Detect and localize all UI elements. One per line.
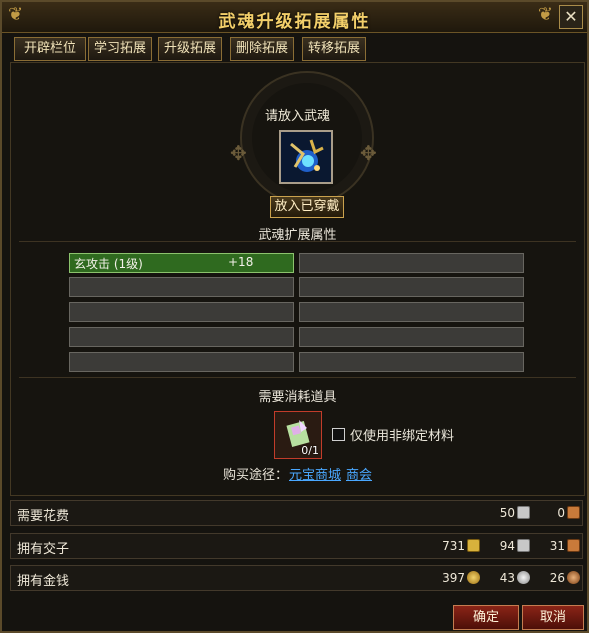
ornament-icon: ❦ [537,4,553,25]
owned-money-label: 拥有金钱 [17,574,70,589]
cost-row: 需要花费 50 0 [10,500,583,526]
divider [19,241,576,242]
confirm-button[interactable]: 确定 [453,605,519,630]
unbound-only-checkbox[interactable] [332,428,345,441]
silver-ingot-icon [517,539,530,552]
attribute-value: +18 [228,255,254,269]
soul-prompt: 请放入武魂 [264,109,330,124]
attribute-cell-empty[interactable] [69,352,294,372]
dialog-title: 武魂升级拓展属性 [218,12,371,32]
attribute-cell-empty[interactable] [299,253,524,273]
buy-route-label: 购买途径： [223,468,289,483]
attribute-cell-empty[interactable] [299,352,524,372]
copper-ingot-icon [567,506,580,519]
cost-copper-value: 0 [557,506,565,520]
tab-learn-extension[interactable]: 学习拓展 [88,37,152,61]
soul-slot[interactable] [279,130,333,184]
title-bar[interactable]: ❦ 武魂升级拓展属性 ❦ ✕ [2,2,587,33]
silver-ingot-icon [517,506,530,519]
divider [19,377,576,378]
owned-jiaozi-row: 拥有交子 731 94 31 [10,533,583,559]
owned-jiaozi-label: 拥有交子 [17,542,70,557]
soul-gem-icon [290,139,324,172]
jiaozi-silver-value: 94 [499,539,515,553]
wing-left-icon: ✥ [230,141,247,165]
close-button[interactable]: ✕ [559,5,583,29]
jiaozi-copper-value: 31 [549,539,565,553]
upgrade-dialog: ❦ 武魂升级拓展属性 ❦ ✕ 开辟栏位 学习拓展 升级拓展 删除拓展 转移拓展 … [0,0,589,633]
attribute-cell-empty[interactable] [69,302,294,322]
attribute-cell-empty[interactable] [299,277,524,297]
attribute-cell-empty[interactable] [69,277,294,297]
tab-open-slot[interactable]: 开辟栏位 [14,37,86,61]
material-slot[interactable]: 0/1 [274,411,322,459]
cost-silver-value: 50 [499,506,515,520]
money-copper-value: 26 [549,571,565,585]
attribute-cell-empty[interactable] [69,327,294,347]
jiaozi-gold-value: 731 [442,539,465,553]
cost-label: 需要花费 [17,509,70,524]
copper-ingot-icon [567,539,580,552]
wing-right-icon: ✥ [360,141,377,165]
money-gold-value: 397 [442,571,465,585]
tab-transfer-extension[interactable]: 转移拓展 [302,37,366,61]
attribute-cell-empty[interactable] [299,327,524,347]
money-silver-value: 43 [499,571,515,585]
main-panel: ✥ ✥ 请放入武魂 放入已穿戴 武魂扩展属性 玄攻击 (1级) +18 需要消耗… [10,62,585,496]
ingot-shop-link[interactable]: 元宝商城 [289,464,341,483]
required-items-title: 需要消耗道具 [258,390,337,405]
tab-upgrade-extension[interactable]: 升级拓展 [158,37,222,61]
attribute-name: 玄攻击 (1级) [74,257,143,271]
cancel-button[interactable]: 取消 [522,605,584,630]
copper-coin-icon [567,571,580,584]
attribute-cell[interactable]: 玄攻击 (1级) +18 [69,253,294,273]
put-worn-button[interactable]: 放入已穿戴 [270,196,344,218]
owned-money-row: 拥有金钱 397 43 26 [10,565,583,591]
tab-delete-extension[interactable]: 删除拓展 [230,37,294,61]
trade-guild-link[interactable]: 商会 [346,464,372,483]
silver-coin-icon [517,571,530,584]
gold-coin-icon [467,571,480,584]
unbound-only-label: 仅使用非绑定材料 [350,429,455,444]
gold-ingot-icon [467,539,480,552]
attribute-cell-empty[interactable] [299,302,524,322]
material-count: 0/1 [301,444,319,457]
